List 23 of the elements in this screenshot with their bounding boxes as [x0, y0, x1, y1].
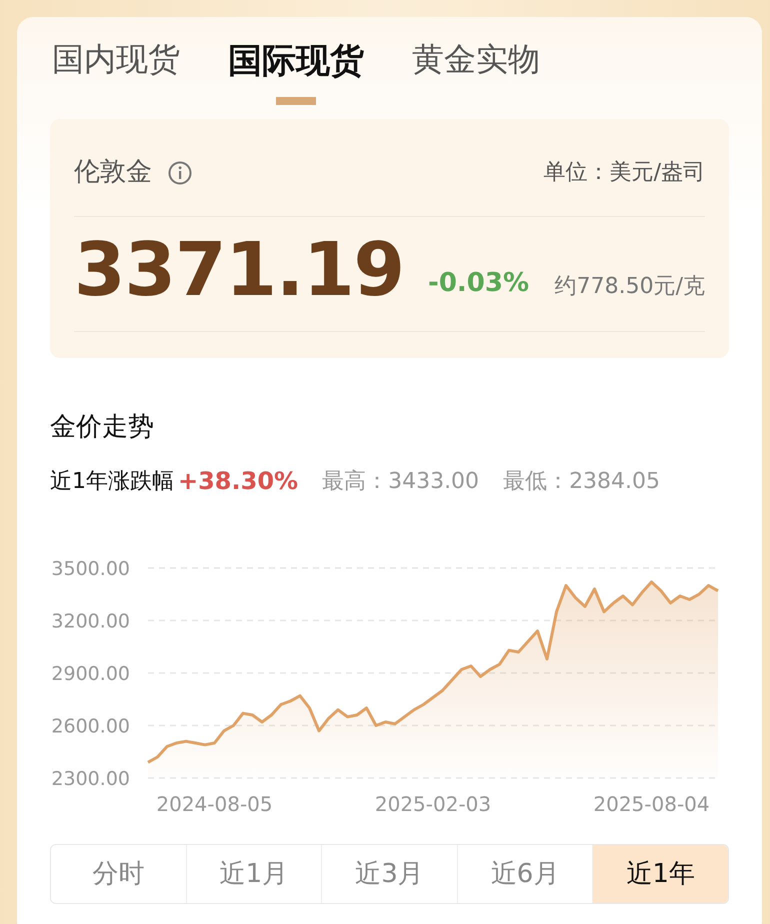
axis-label: 2300.00 — [51, 768, 130, 790]
axis-label: 2600.00 — [51, 716, 130, 738]
low-price: 最低：2384.05 — [503, 468, 660, 496]
axis-label: 2025-02-03 — [374, 792, 492, 816]
section-title: 金价走势 — [50, 411, 155, 444]
unit-label: 单位：美元/盎司 — [544, 159, 705, 188]
range-change: +38.30% — [178, 466, 298, 498]
price-value: 3371.19 — [74, 233, 404, 308]
axis-label: 3200.00 — [51, 610, 130, 633]
instrument-name: 伦敦金 — [74, 156, 152, 190]
axis-label: 3500.00 — [51, 558, 130, 580]
axis-label: 2024-08-05 — [156, 792, 273, 816]
gram-price: 约778.50元/克 — [554, 273, 705, 302]
tab[interactable]: 国内现货 — [52, 39, 180, 106]
high-price: 最高：3433.00 — [322, 468, 480, 496]
period-tab[interactable]: 近1年 — [592, 845, 728, 904]
axis-label: 2025-08-04 — [593, 792, 710, 816]
tab[interactable]: 国际现货 — [228, 39, 364, 106]
tab[interactable]: 黄金实物 — [412, 39, 540, 106]
axis-label: 2900.00 — [51, 663, 130, 686]
info-icon[interactable] — [168, 160, 192, 185]
range-label: 近1年涨跌幅 — [50, 468, 174, 496]
price-change: -0.03% — [428, 267, 530, 300]
